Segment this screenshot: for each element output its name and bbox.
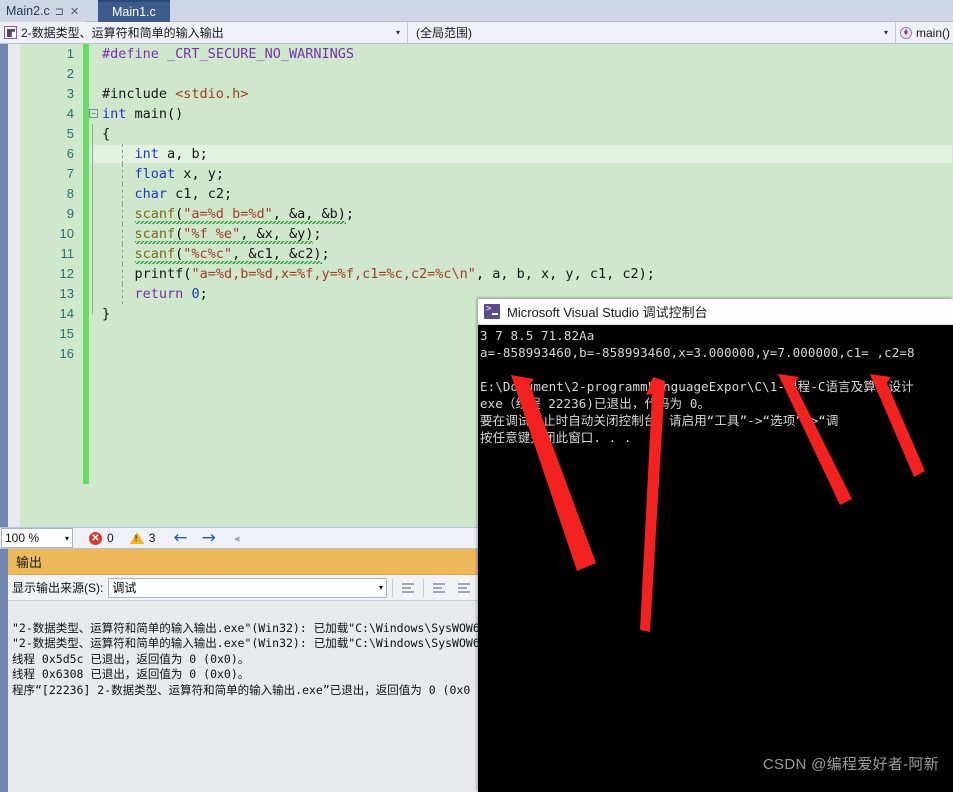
toggle-wordwrap-icon[interactable] [429, 579, 449, 597]
method-icon [900, 26, 912, 39]
code-line-4[interactable]: − int main() [89, 104, 953, 124]
output-line: 程序“[22236] 2-数据类型、运算符和简单的输入输出.exe”已退出，返回… [12, 682, 471, 697]
vs-window: Main2.c ⊐ ✕ Main1.c 2-数据类型、运算符和简单的输入输出 ▾… [0, 0, 953, 792]
code-line-8[interactable]: char c1, c2; [89, 184, 953, 204]
console-line: E:\Document\2-programmLanguageExpor\C\1-… [480, 379, 914, 394]
output-line: "2-数据类型、运算符和简单的输入输出.exe"(Win32): 已加载"C:\… [12, 620, 478, 635]
editor-status-strip: 100 % ▾ ✕ 0 3 ← → ◂ [0, 527, 478, 549]
line-number: 10 [59, 226, 74, 241]
line-number: 5 [66, 126, 74, 141]
output-line: 线程 0x6308 已退出，返回值为 0 (0x0)。 [12, 667, 250, 681]
toolbar-divider [423, 578, 424, 597]
navigate-back-icon[interactable]: ← [173, 528, 187, 548]
output-text-area[interactable]: "2-数据类型、运算符和简单的输入输出.exe"(Win32): 已加载"C:\… [8, 602, 478, 792]
code-line-6[interactable]: int a, b; [89, 144, 953, 164]
warning-icon [129, 532, 144, 544]
output-panel: 输出 显示输出来源(S): 调试 ▾ "2-数据类型、运算符和简单的输入输出.e… [0, 549, 478, 792]
code-line-2[interactable] [89, 64, 953, 84]
scope-dropdown[interactable]: (全局范围) ▾ [408, 22, 896, 43]
error-count-value: 0 [107, 531, 114, 545]
line-number: 13 [59, 286, 74, 301]
tab-main1-c[interactable]: Main1.c [98, 0, 170, 22]
code-line-3[interactable]: #include <stdio.h> [89, 84, 953, 104]
code-line-10[interactable]: scanf("%f %e", &x, &y); [89, 224, 953, 244]
line-number: 9 [66, 206, 74, 221]
navigation-bar: 2-数据类型、运算符和简单的输入输出 ▾ (全局范围) ▾ main() [0, 22, 953, 44]
tab-main1-c-label: Main1.c [112, 5, 156, 19]
project-dropdown-label: 2-数据类型、运算符和简单的输入输出 [21, 26, 224, 40]
chevron-down-icon[interactable]: ▾ [876, 28, 891, 37]
editor-tab-bar: Main2.c ⊐ ✕ Main1.c [0, 0, 953, 22]
code-line-1[interactable]: #define _CRT_SECURE_NO_WARNINGS [89, 44, 953, 64]
line-number: 8 [66, 186, 74, 201]
find-in-output-icon[interactable] [454, 579, 474, 597]
output-panel-title: 输出 [8, 549, 478, 575]
zoom-level-dropdown[interactable]: 100 % ▾ [1, 528, 73, 548]
output-source-value: 调试 [112, 581, 137, 595]
navigate-forward-icon[interactable]: → [202, 528, 216, 548]
code-line-12[interactable]: printf("a=%d,b=%d,x=%f,y=%f,c1=%c,c2=%c\… [89, 264, 953, 284]
console-line: 按任意键关闭此窗口. . . [480, 430, 632, 445]
console-icon [484, 304, 500, 319]
line-number: 6 [66, 146, 74, 161]
line-number: 2 [66, 66, 74, 81]
editor-left-strip [0, 44, 8, 527]
output-line: "2-数据类型、运算符和简单的输入输出.exe"(Win32): 已加载"C:\… [12, 636, 478, 650]
tab-main2-c[interactable]: Main2.c ⊐ ✕ [0, 0, 87, 22]
warning-count-badge[interactable]: 3 [129, 531, 156, 545]
console-line: a=-858993460,b=-858993460,x=3.000000,y=7… [480, 345, 915, 360]
console-line: exe（线程 22236)已退出，代码为 0。 [480, 396, 711, 411]
debug-console-window[interactable]: Microsoft Visual Studio 调试控制台 3 7 8.5 71… [478, 299, 953, 792]
line-number: 15 [59, 326, 74, 341]
error-icon: ✕ [89, 531, 102, 545]
output-source-dropdown[interactable]: 调试 ▾ [108, 577, 387, 598]
watermark: CSDN @编程爱好者-阿新 [762, 756, 939, 773]
output-panel-title-label: 输出 [16, 555, 43, 570]
project-icon [4, 26, 17, 39]
line-number: 11 [60, 246, 75, 261]
project-dropdown[interactable]: 2-数据类型、运算符和简单的输入输出 ▾ [0, 22, 408, 43]
line-number: 16 [59, 346, 74, 361]
member-dropdown-label: main() [916, 25, 951, 40]
chevron-down-icon[interactable]: ▾ [388, 28, 403, 37]
code-line-5[interactable]: { [89, 124, 953, 144]
console-title-bar[interactable]: Microsoft Visual Studio 调试控制台 [478, 299, 953, 325]
console-text-area[interactable]: 3 7 8.5 71.82Aa a=-858993460,b=-85899346… [478, 325, 953, 792]
output-source-label: 显示输出来源(S): [12, 581, 104, 595]
console-line: 3 7 8.5 71.82Aa [480, 328, 595, 343]
line-number: 3 [66, 86, 74, 101]
line-number-gutter: 1 2 3 4 5 6 7 8 9 10 11 12 13 14 15 16 [20, 44, 83, 527]
navigate-extra-icon[interactable]: ◂ [234, 532, 240, 545]
console-line: 要在调试停止时自动关闭控制台，请启用“工具”->“选项”->“调 [480, 413, 839, 428]
member-dropdown[interactable]: main() [896, 22, 953, 43]
line-number: 12 [59, 266, 74, 281]
collapse-icon[interactable]: − [89, 109, 98, 118]
output-line-clipped [12, 605, 478, 621]
line-number: 7 [66, 166, 74, 181]
editor-gutter-margin [8, 44, 20, 527]
console-title-label: Microsoft Visual Studio 调试控制台 [507, 305, 708, 320]
line-number: 4 [66, 106, 74, 121]
line-number: 14 [59, 306, 74, 321]
warning-count-value: 3 [148, 531, 156, 545]
code-line-7[interactable]: float x, y; [89, 164, 953, 184]
chevron-down-icon[interactable]: ▾ [65, 534, 69, 543]
scope-dropdown-label: (全局范围) [416, 26, 472, 40]
code-line-9[interactable]: scanf("a=%d b=%d", &a, &b); [89, 204, 953, 224]
pin-icon[interactable]: ⊐ [54, 5, 65, 18]
tab-main2-c-label: Main2.c [6, 4, 50, 18]
line-number: 1 [66, 46, 74, 61]
chevron-down-icon[interactable]: ▾ [379, 583, 383, 592]
output-toolbar: 显示输出来源(S): 调试 ▾ [8, 575, 478, 601]
code-line-11[interactable]: scanf("%c%c", &c1, &c2); [89, 244, 953, 264]
toolbar-divider [392, 578, 393, 597]
error-count-badge[interactable]: ✕ 0 [89, 531, 114, 545]
close-icon[interactable]: ✕ [69, 5, 80, 18]
clear-output-icon[interactable] [398, 579, 418, 597]
zoom-level-value: 100 % [5, 531, 40, 545]
output-line: 线程 0x5d5c 已退出，返回值为 0 (0x0)。 [12, 651, 250, 666]
